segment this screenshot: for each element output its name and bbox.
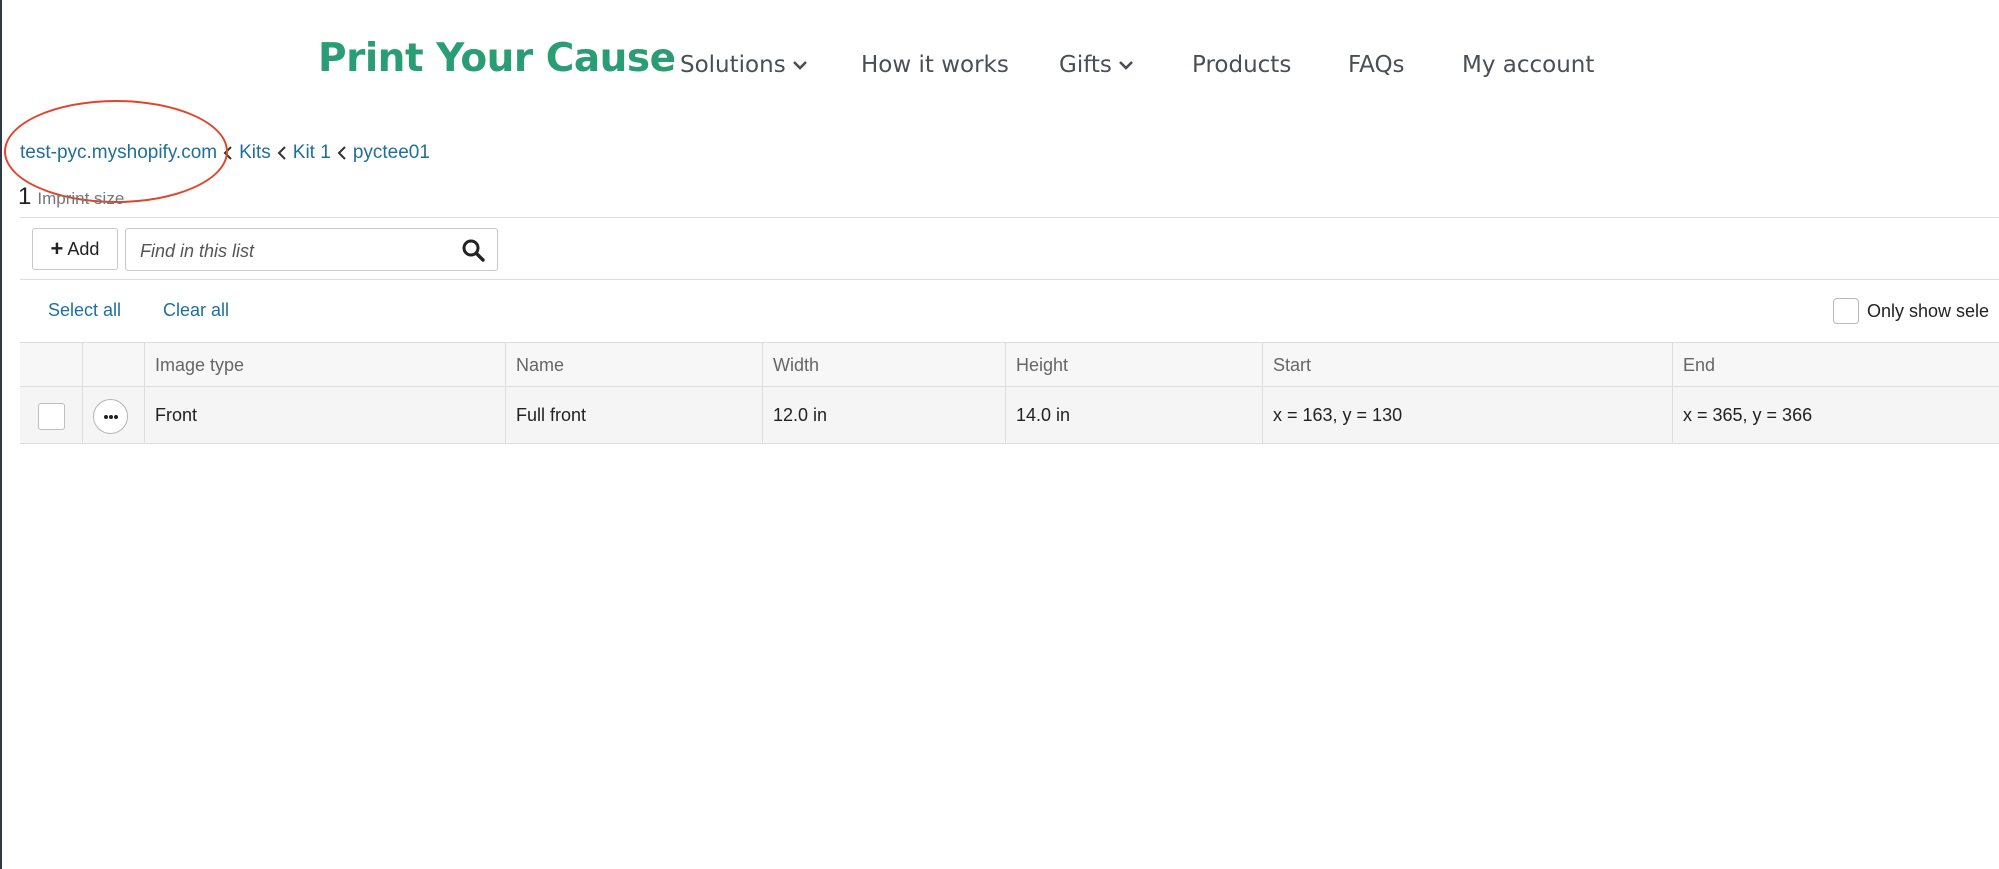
column-header-end[interactable]: End bbox=[1683, 355, 1715, 376]
nav-products[interactable]: Products bbox=[1192, 52, 1291, 78]
breadcrumb-kits[interactable]: Kits bbox=[239, 142, 271, 164]
nav-faqs[interactable]: FAQs bbox=[1348, 52, 1405, 78]
nav-products-label: Products bbox=[1192, 52, 1292, 78]
cell-end: x = 365, y = 366 bbox=[1683, 405, 1813, 425]
breadcrumb-shop[interactable]: test-pyc.myshopify.com bbox=[20, 142, 217, 164]
nav-faqs-label: FAQs bbox=[1348, 52, 1405, 78]
chevron-left-icon bbox=[277, 146, 286, 160]
column-header-height[interactable]: Height bbox=[1016, 355, 1068, 376]
column-divider bbox=[505, 342, 506, 444]
cell-name: Full front bbox=[516, 405, 587, 425]
only-show-selected-toggle[interactable]: Only show sele bbox=[1833, 298, 1989, 324]
row-actions-button[interactable] bbox=[93, 399, 128, 434]
chevron-down-icon bbox=[792, 61, 807, 70]
column-divider bbox=[1672, 342, 1673, 444]
column-divider bbox=[1005, 342, 1006, 444]
nav-my-account-label: My account bbox=[1462, 52, 1595, 78]
search-box bbox=[125, 228, 498, 271]
nav-how-it-works-label: How it works bbox=[861, 52, 1009, 78]
add-button[interactable]: + Add bbox=[32, 228, 118, 270]
cell-image-type: Front bbox=[155, 405, 198, 425]
breadcrumb-pyctee01[interactable]: pyctee01 bbox=[353, 142, 430, 164]
column-header-name[interactable]: Name bbox=[516, 355, 564, 376]
chevron-down-icon bbox=[1119, 61, 1133, 70]
column-header-width[interactable]: Width bbox=[773, 355, 819, 376]
clear-all-link[interactable]: Clear all bbox=[163, 300, 229, 321]
column-divider bbox=[82, 342, 83, 444]
column-header-start[interactable]: Start bbox=[1273, 355, 1311, 376]
chevron-left-icon bbox=[223, 146, 232, 160]
column-divider bbox=[144, 342, 145, 444]
breadcrumb-kit-1[interactable]: Kit 1 bbox=[293, 142, 331, 164]
only-show-selected-checkbox[interactable] bbox=[1833, 298, 1859, 324]
brand-logo[interactable]: Print Your Cause bbox=[318, 36, 676, 81]
nav-solutions-label: Solutions bbox=[680, 52, 786, 78]
chevron-left-icon bbox=[337, 146, 346, 160]
cell-start: x = 163, y = 130 bbox=[1273, 405, 1403, 425]
nav-gifts-label: Gifts bbox=[1059, 52, 1112, 78]
window-edge bbox=[0, 0, 2, 869]
breadcrumb: test-pyc.myshopify.com Kits Kit 1 pyctee… bbox=[20, 142, 430, 164]
nav-how-it-works[interactable]: How it works bbox=[861, 52, 1009, 78]
column-header-image-type[interactable]: Image type bbox=[155, 355, 244, 376]
add-button-label: Add bbox=[67, 238, 100, 259]
plus-icon: + bbox=[50, 236, 64, 261]
nav-gifts[interactable]: Gifts bbox=[1059, 52, 1134, 78]
count-number: 1 bbox=[18, 183, 32, 210]
cell-width: 12.0 in bbox=[773, 405, 828, 425]
divider bbox=[20, 217, 1999, 218]
count-label: Imprint size bbox=[37, 189, 125, 208]
nav-solutions[interactable]: Solutions bbox=[680, 52, 808, 78]
nav-my-account[interactable]: My account bbox=[1462, 52, 1594, 78]
column-divider bbox=[762, 342, 763, 444]
select-all-link[interactable]: Select all bbox=[48, 300, 121, 321]
search-icon[interactable] bbox=[461, 238, 485, 262]
search-input[interactable] bbox=[138, 237, 442, 265]
list-count: 1 Imprint size bbox=[18, 183, 124, 211]
more-icon bbox=[103, 414, 118, 419]
row-select-checkbox[interactable] bbox=[38, 403, 65, 430]
divider bbox=[20, 279, 1999, 280]
only-show-selected-label: Only show sele bbox=[1867, 300, 1990, 321]
cell-height: 14.0 in bbox=[1016, 405, 1071, 425]
column-divider bbox=[1262, 342, 1263, 444]
